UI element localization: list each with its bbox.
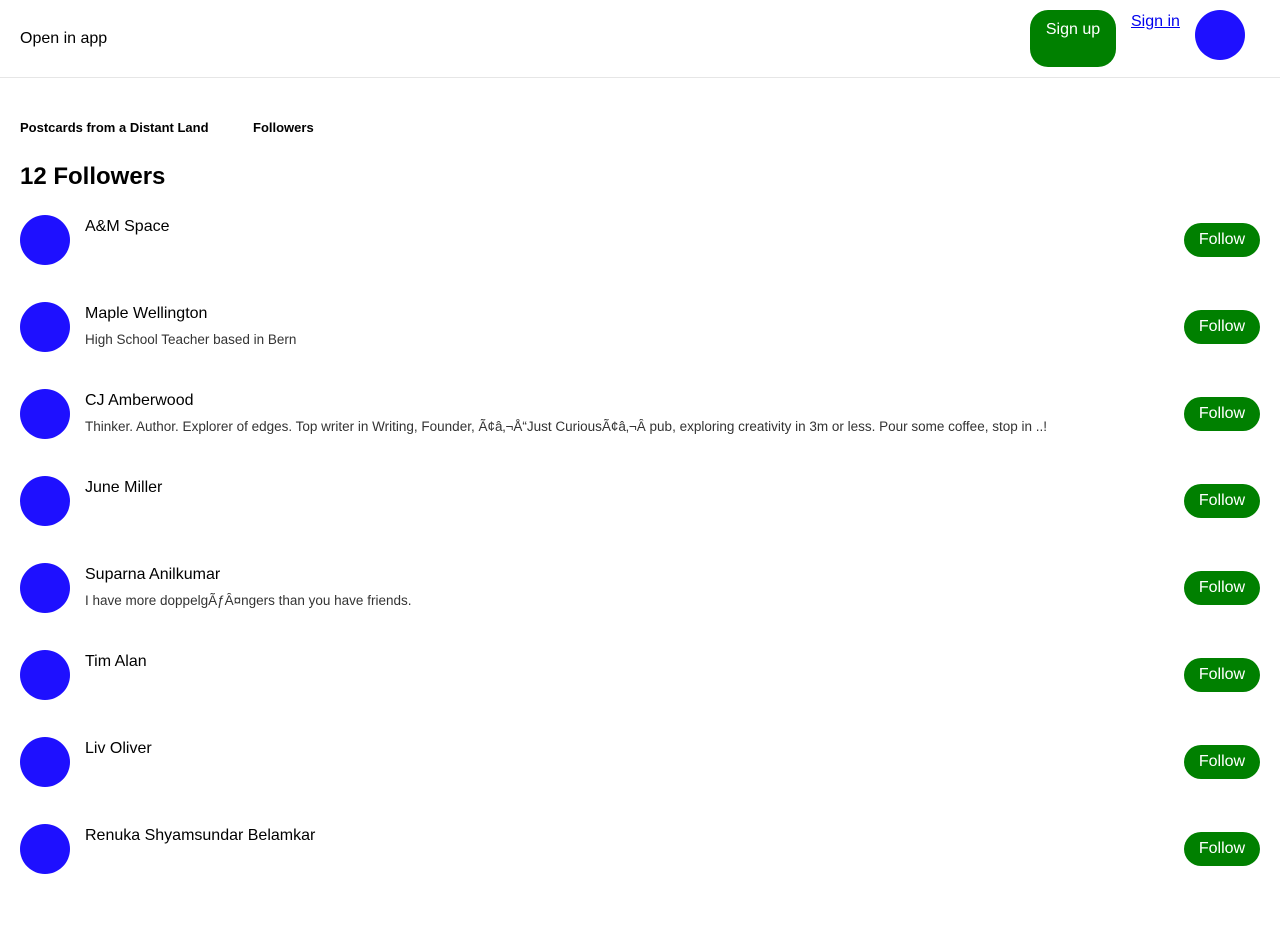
follower-avatar[interactable] — [20, 302, 70, 352]
follower-name[interactable]: Renuka Shyamsundar Belamkar — [85, 826, 315, 845]
follower-row: CJ Amberwood Thinker. Author. Explorer o… — [0, 389, 1280, 449]
follower-avatar[interactable] — [20, 476, 70, 526]
follower-avatar[interactable] — [20, 824, 70, 874]
follow-button[interactable]: Follow — [1184, 223, 1260, 257]
open-in-app-link[interactable]: Open in app — [20, 29, 107, 48]
follower-avatar[interactable] — [20, 215, 70, 265]
follower-name[interactable]: Suparna Anilkumar — [85, 565, 220, 584]
follow-button[interactable]: Follow — [1184, 310, 1260, 344]
page-title: 12 Followers — [20, 163, 166, 190]
sign-up-button[interactable]: Sign up — [1030, 10, 1116, 67]
follower-name[interactable]: June Miller — [85, 478, 162, 497]
breadcrumb-followers-link[interactable]: Followers — [253, 120, 314, 136]
breadcrumb-publication-link[interactable]: Postcards from a Distant Land — [20, 120, 209, 136]
follower-bio: High School Teacher based in Bern — [85, 332, 297, 347]
follower-bio: Thinker. Author. Explorer of edges. Top … — [85, 419, 1047, 434]
follower-row: Suparna Anilkumar I have more doppelgÃƒÂ… — [0, 563, 1280, 623]
follower-name[interactable]: Maple Wellington — [85, 304, 207, 323]
follower-name[interactable]: A&M Space — [85, 217, 169, 236]
follower-row: Tim Alan Follow — [0, 650, 1280, 710]
follow-button[interactable]: Follow — [1184, 484, 1260, 518]
follower-avatar[interactable] — [20, 650, 70, 700]
follower-row: Maple Wellington High School Teacher bas… — [0, 302, 1280, 362]
follower-avatar[interactable] — [20, 563, 70, 613]
follower-row: June Miller Follow — [0, 476, 1280, 536]
follower-row: A&M Space Follow — [0, 215, 1280, 275]
follow-button[interactable]: Follow — [1184, 658, 1260, 692]
follow-button[interactable]: Follow — [1184, 571, 1260, 605]
follower-name[interactable]: Liv Oliver — [85, 739, 152, 758]
follower-avatar[interactable] — [20, 389, 70, 439]
user-avatar[interactable] — [1195, 10, 1245, 60]
follower-row: Renuka Shyamsundar Belamkar Follow — [0, 824, 1280, 884]
follow-button[interactable]: Follow — [1184, 745, 1260, 779]
follower-name[interactable]: Tim Alan — [85, 652, 147, 671]
follower-name[interactable]: CJ Amberwood — [85, 391, 194, 410]
top-navigation-bar: Open in app Sign up Sign in — [0, 0, 1280, 78]
follower-avatar[interactable] — [20, 737, 70, 787]
follow-button[interactable]: Follow — [1184, 832, 1260, 866]
sign-in-link[interactable]: Sign in — [1131, 12, 1180, 31]
follow-button[interactable]: Follow — [1184, 397, 1260, 431]
follower-row: Liv Oliver Follow — [0, 737, 1280, 797]
follower-bio: I have more doppelgÃƒÂ¤ngers than you ha… — [85, 593, 412, 608]
